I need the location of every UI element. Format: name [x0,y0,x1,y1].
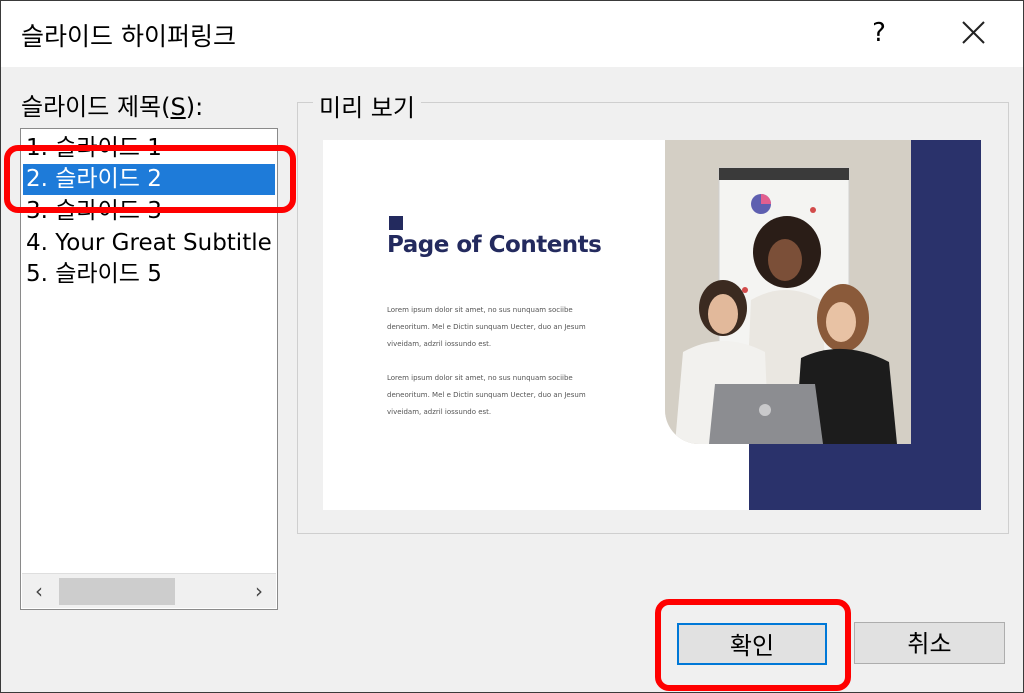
slide-paragraph-1: Lorem ipsum dolor sit amet, no sus nunqu… [387,306,586,348]
cancel-button[interactable]: 취소 [854,622,1005,664]
dialog-title: 슬라이드 하이퍼링크 [21,22,236,51]
highlight-ok-button [655,599,851,691]
horizontal-scrollbar[interactable]: ‹ › [22,573,276,608]
logo-mark-icon [389,216,403,230]
slide-hyperlink-dialog: 슬라이드 하이퍼링크 ? 슬라이드 제목(S): 1. 슬라이드 1 2. 슬라… [0,0,1024,693]
slide-titles-label: 슬라이드 제목(S): [21,93,204,121]
list-item-slide-5[interactable]: 5. 슬라이드 5 [23,259,275,290]
list-item-slide-4[interactable]: 4. Your Great Subtitle [23,228,275,259]
close-button[interactable] [951,13,995,53]
slide-photo [665,140,911,444]
slide-title: Page of Contents [387,232,602,258]
help-button[interactable]: ? [859,13,899,53]
title-bar: 슬라이드 하이퍼링크 ? [1,1,1023,67]
slide-preview: Page of Contents Lorem ipsum dolor sit a… [323,140,981,510]
slide-accent-block [749,440,981,510]
slide-paragraph-2: Lorem ipsum dolor sit amet, no sus nunqu… [387,374,586,416]
scrollbar-thumb[interactable] [59,578,175,605]
scroll-right-icon[interactable]: › [242,574,276,608]
preview-label: 미리 보기 [313,88,421,123]
close-icon [962,21,985,44]
scroll-left-icon[interactable]: ‹ [22,574,56,608]
highlight-selected-item [4,145,296,213]
